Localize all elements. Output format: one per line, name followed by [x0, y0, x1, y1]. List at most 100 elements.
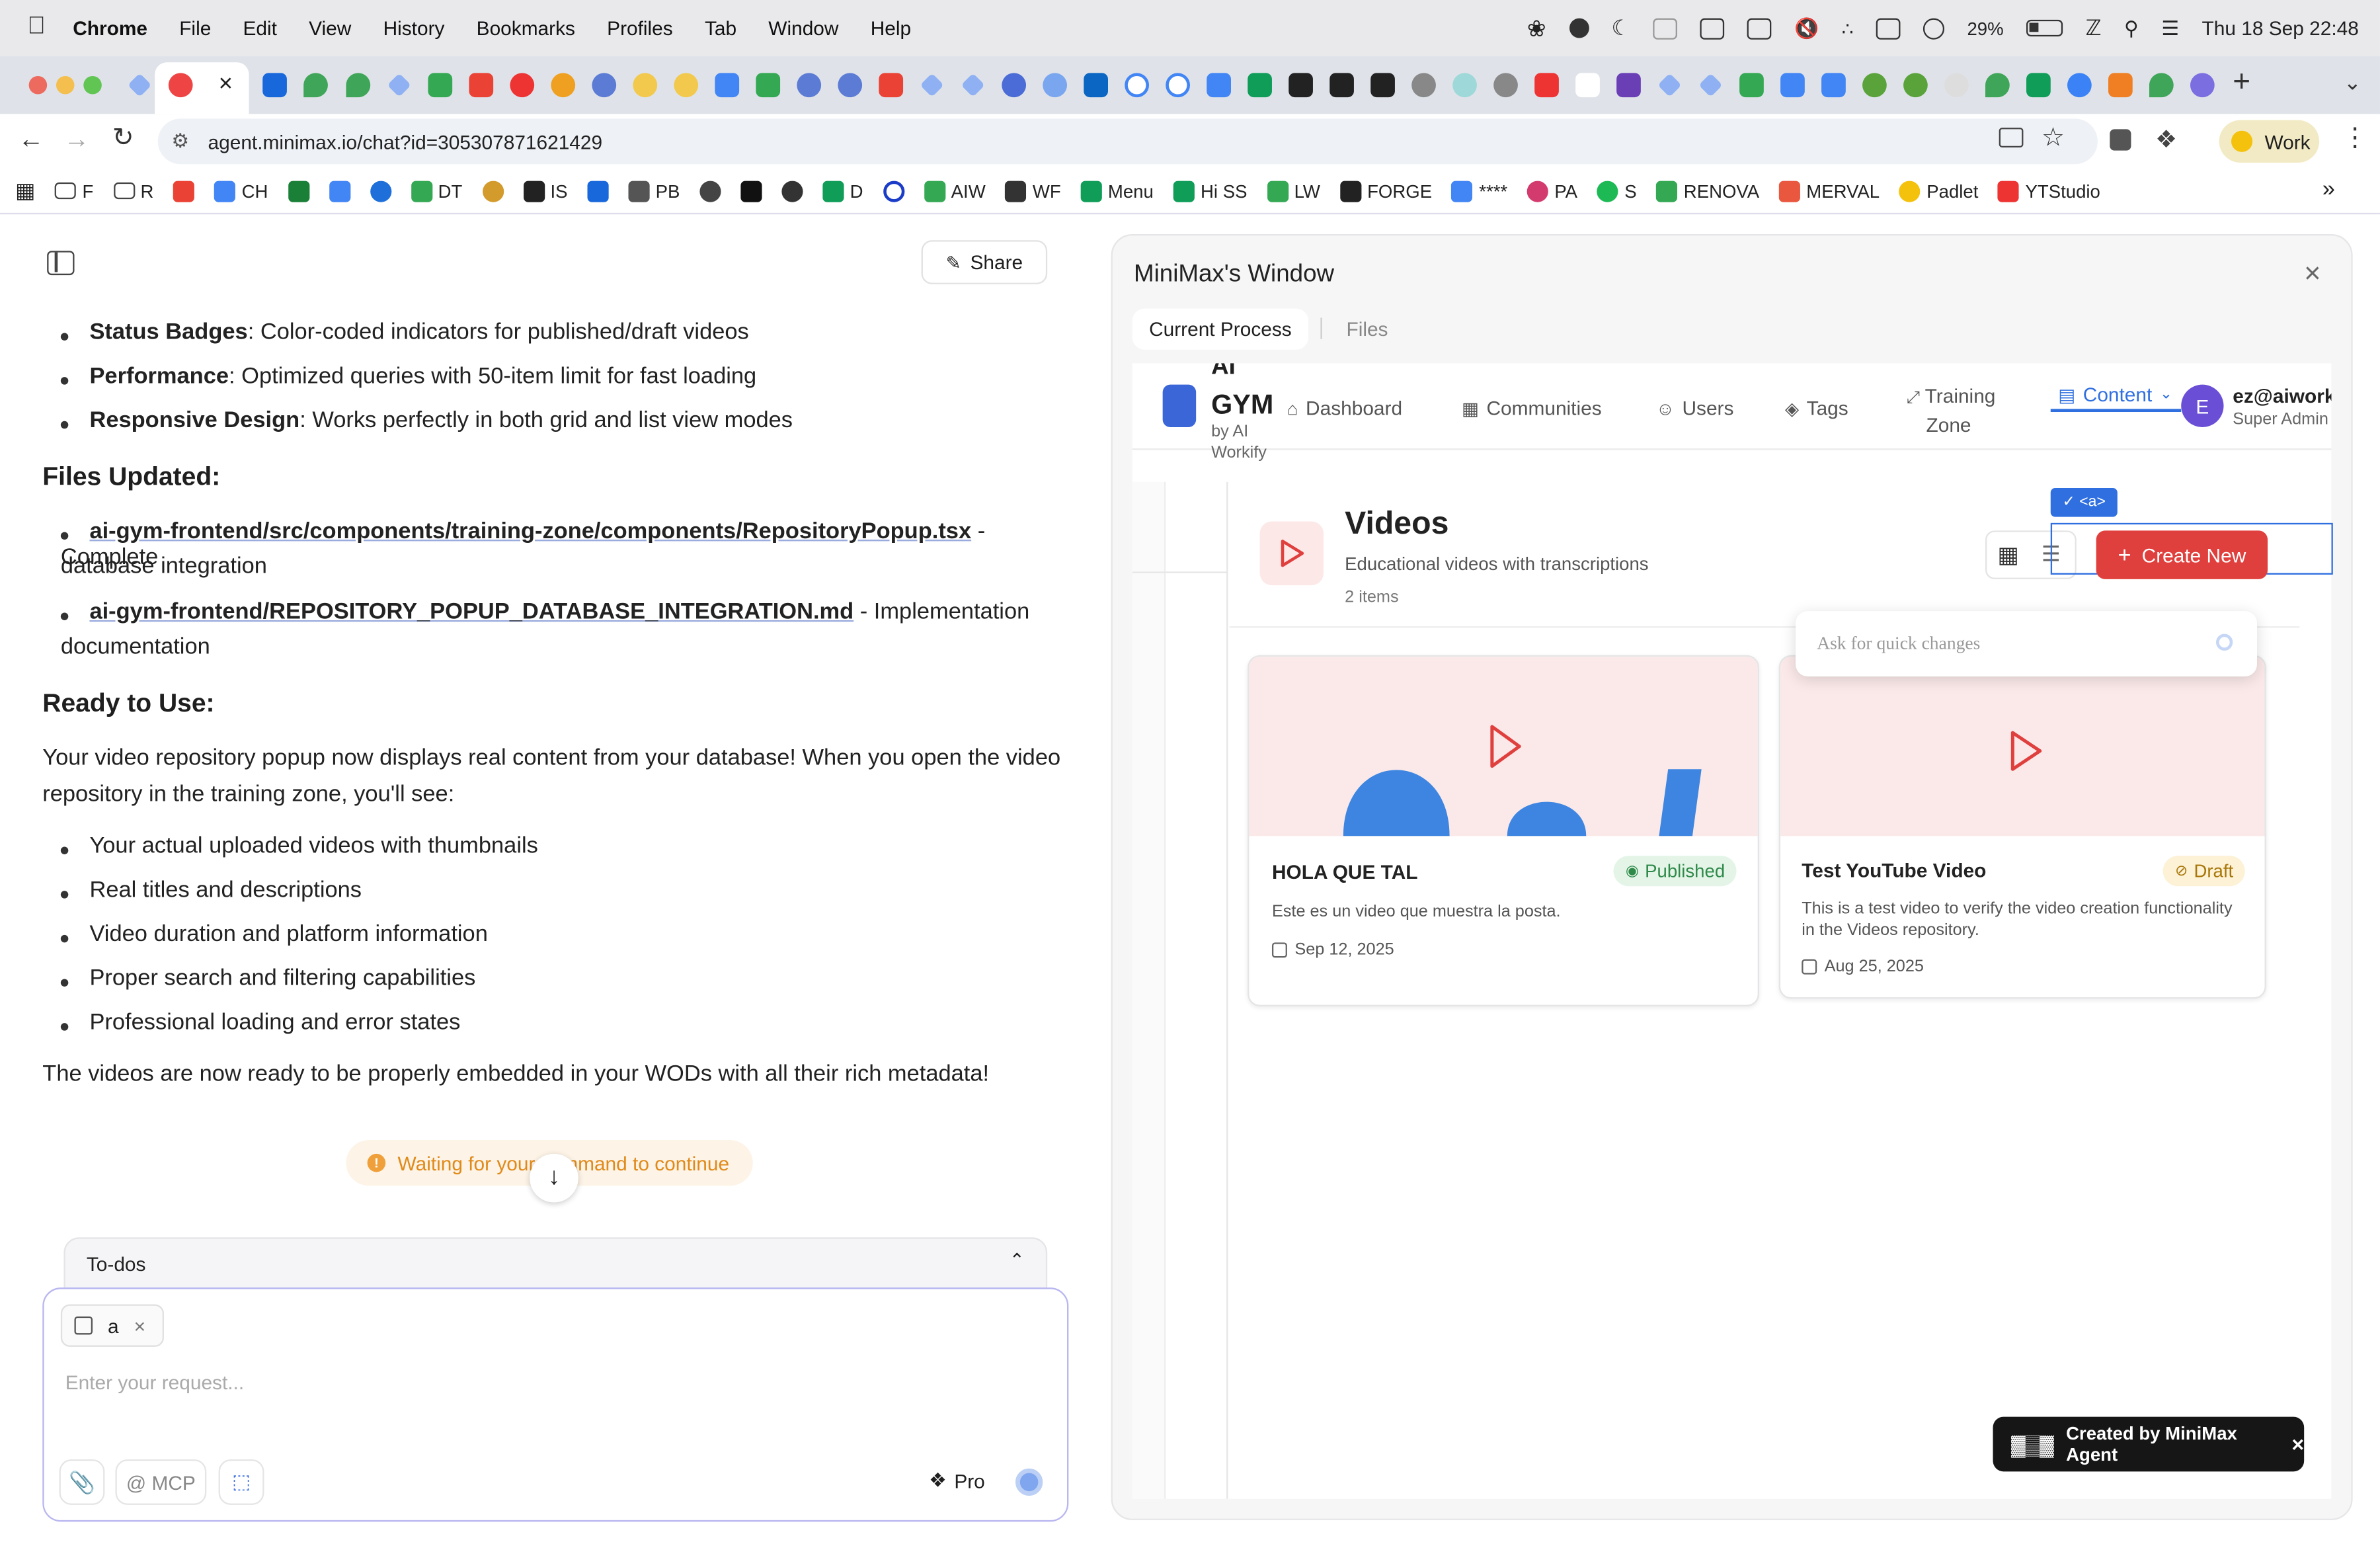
pro-mode-button[interactable]: ❖ Pro: [929, 1469, 985, 1493]
bookmark-d[interactable]: D: [822, 180, 863, 202]
bookmark-calendar[interactable]: [329, 180, 350, 202]
tab-favicon-icon[interactable]: [1493, 73, 1518, 98]
bookmark-ch[interactable]: CH: [214, 180, 268, 202]
apps-grid-icon[interactable]: ▦: [15, 178, 35, 204]
install-app-icon[interactable]: [1999, 128, 2024, 147]
reload-icon[interactable]: ↻: [112, 123, 134, 153]
menu-edit[interactable]: Edit: [243, 17, 277, 39]
play-circle-icon[interactable]: [1923, 17, 1945, 39]
control-center-icon[interactable]: ☰: [2161, 16, 2179, 40]
tab-maps-icon[interactable]: [2149, 73, 2174, 98]
tab-close-icon[interactable]: ×: [219, 71, 233, 99]
bookmark-chat[interactable]: [370, 180, 391, 202]
send-quick-icon[interactable]: [2216, 633, 2233, 651]
nav-dashboard[interactable]: ⌂ Dashboard: [1287, 397, 1402, 419]
bookmark-merval[interactable]: MERVAL: [1778, 180, 1880, 202]
tab-favicon-icon[interactable]: [1289, 73, 1313, 98]
tab-maps-icon[interactable]: [346, 73, 371, 98]
tab-trello-icon[interactable]: [262, 73, 287, 98]
tab-favicon-icon[interactable]: [633, 73, 658, 98]
tab-favicon-icon[interactable]: [1616, 73, 1641, 98]
bookmark-stars[interactable]: ****: [1451, 180, 1507, 202]
openai-icon[interactable]: ❀: [1527, 15, 1546, 42]
tab-gmail-icon[interactable]: [879, 73, 904, 98]
cursor-app-icon[interactable]: [1569, 18, 1589, 38]
bookmark-black[interactable]: [740, 180, 762, 202]
tab-maps-icon[interactable]: [1985, 73, 2010, 98]
tab-blank-icon[interactable]: [1575, 73, 1600, 98]
bookmark-renova[interactable]: RENOVA: [1656, 180, 1759, 202]
tab-favicon-icon[interactable]: [1944, 73, 1969, 98]
tab-favicon-icon[interactable]: [2108, 73, 2133, 98]
nav-tags[interactable]: ◈ Tags: [1785, 397, 1848, 419]
tab-favicon-icon[interactable]: [168, 73, 193, 98]
site-info-icon[interactable]: ⚙: [171, 129, 189, 153]
close-badge-icon[interactable]: ×: [2291, 1432, 2304, 1457]
file-link[interactable]: ai-gym-frontend/REPOSITORY_POPUP_DATABAS…: [89, 599, 853, 625]
tab-files[interactable]: Files: [1346, 317, 1388, 340]
window-close-button[interactable]: [28, 75, 48, 95]
menu-history[interactable]: History: [383, 17, 445, 39]
send-button[interactable]: [1015, 1468, 1043, 1496]
quick-changes-input[interactable]: Ask for quick changes: [1817, 632, 1980, 655]
select-element-button[interactable]: ⬚: [218, 1459, 264, 1505]
tab-favicon-icon[interactable]: [1411, 73, 1436, 98]
bookmark-padlet[interactable]: Padlet: [1899, 180, 1978, 202]
share-button[interactable]: ✎ Share: [921, 240, 1048, 284]
tab-sheets-icon[interactable]: [2026, 73, 2051, 98]
keyboard-icon[interactable]: [1876, 17, 1901, 39]
video-card[interactable]: HOLA QUE TAL ◉ Published Este es un video…: [1248, 655, 1759, 1006]
create-new-button[interactable]: + Create New: [2096, 530, 2268, 579]
bookmark-wf[interactable]: WF: [1005, 180, 1061, 202]
bookmark-aiw[interactable]: AIW: [924, 180, 986, 202]
bookmark-lw[interactable]: LW: [1267, 180, 1320, 202]
bookmark-ytstudio[interactable]: YTStudio: [1998, 180, 2100, 202]
bookmark-folder-r[interactable]: R: [113, 180, 153, 202]
battery-icon[interactable]: [2026, 19, 2063, 37]
nav-communities[interactable]: ▦ Communities: [1462, 397, 1602, 419]
extension-icon[interactable]: [2110, 129, 2131, 151]
tab-favicon-icon[interactable]: [1903, 73, 1928, 98]
tab-drive-icon[interactable]: [428, 73, 453, 98]
forward-arrow-icon[interactable]: →: [63, 125, 89, 155]
apple-icon[interactable]: : [27, 14, 46, 41]
bookmark-gear[interactable]: [699, 180, 721, 202]
menu-view[interactable]: View: [309, 17, 351, 39]
new-tab-button[interactable]: +: [2233, 65, 2250, 101]
tab-drive-icon[interactable]: [1739, 73, 1764, 98]
tab-youtube-icon[interactable]: [510, 73, 535, 98]
wifi-dots-icon[interactable]: ∴: [1842, 17, 1854, 38]
display-icon[interactable]: [1700, 17, 1725, 39]
tab-favicon-icon[interactable]: [1329, 73, 1354, 98]
wifi-icon[interactable]: ℤ: [2086, 15, 2102, 41]
bookmark-s[interactable]: [288, 180, 309, 202]
bookmark-gmail[interactable]: [173, 180, 195, 202]
grid-view-icon[interactable]: ▦: [1997, 541, 2019, 569]
menu-file[interactable]: File: [179, 17, 211, 39]
attachment-chip[interactable]: a ×: [60, 1304, 164, 1347]
tab-favicon-icon[interactable]: [1862, 73, 1887, 98]
bookmark-menu[interactable]: Menu: [1080, 180, 1154, 202]
tab-gemini-icon[interactable]: [961, 73, 985, 97]
menu-profiles[interactable]: Profiles: [607, 17, 673, 39]
bookmark-folder-f[interactable]: F: [55, 180, 93, 202]
bookmark-flower[interactable]: [482, 180, 504, 202]
extensions-puzzle-icon[interactable]: ❖: [2155, 125, 2177, 155]
attach-button[interactable]: 📎: [59, 1459, 105, 1505]
menu-window[interactable]: Window: [768, 17, 838, 39]
mcp-button[interactable]: @ MCP: [115, 1459, 207, 1505]
tab-favicon-icon[interactable]: [1452, 73, 1477, 98]
tab-favicon-icon[interactable]: [838, 73, 863, 98]
kebab-menu-icon[interactable]: ⋮: [2342, 123, 2368, 153]
tab-gemini-icon[interactable]: [1698, 73, 1723, 97]
menu-help[interactable]: Help: [871, 17, 911, 39]
todos-toggle[interactable]: To-dos ⌃: [63, 1237, 1048, 1289]
spotlight-search-icon[interactable]: ⚲: [2124, 16, 2139, 40]
tab-calendar-icon[interactable]: [1207, 73, 1231, 98]
address-bar[interactable]: ⚙ agent.minimax.io/chat?id=3053078716214…: [157, 118, 2098, 165]
tab-favicon-icon[interactable]: [2067, 73, 2092, 98]
bookmark-pb[interactable]: PB: [628, 180, 680, 202]
bookmark-forge[interactable]: FORGE: [1339, 180, 1432, 202]
tab-favicon-icon[interactable]: [1370, 73, 1395, 98]
tab-favicon-icon[interactable]: [551, 73, 576, 98]
